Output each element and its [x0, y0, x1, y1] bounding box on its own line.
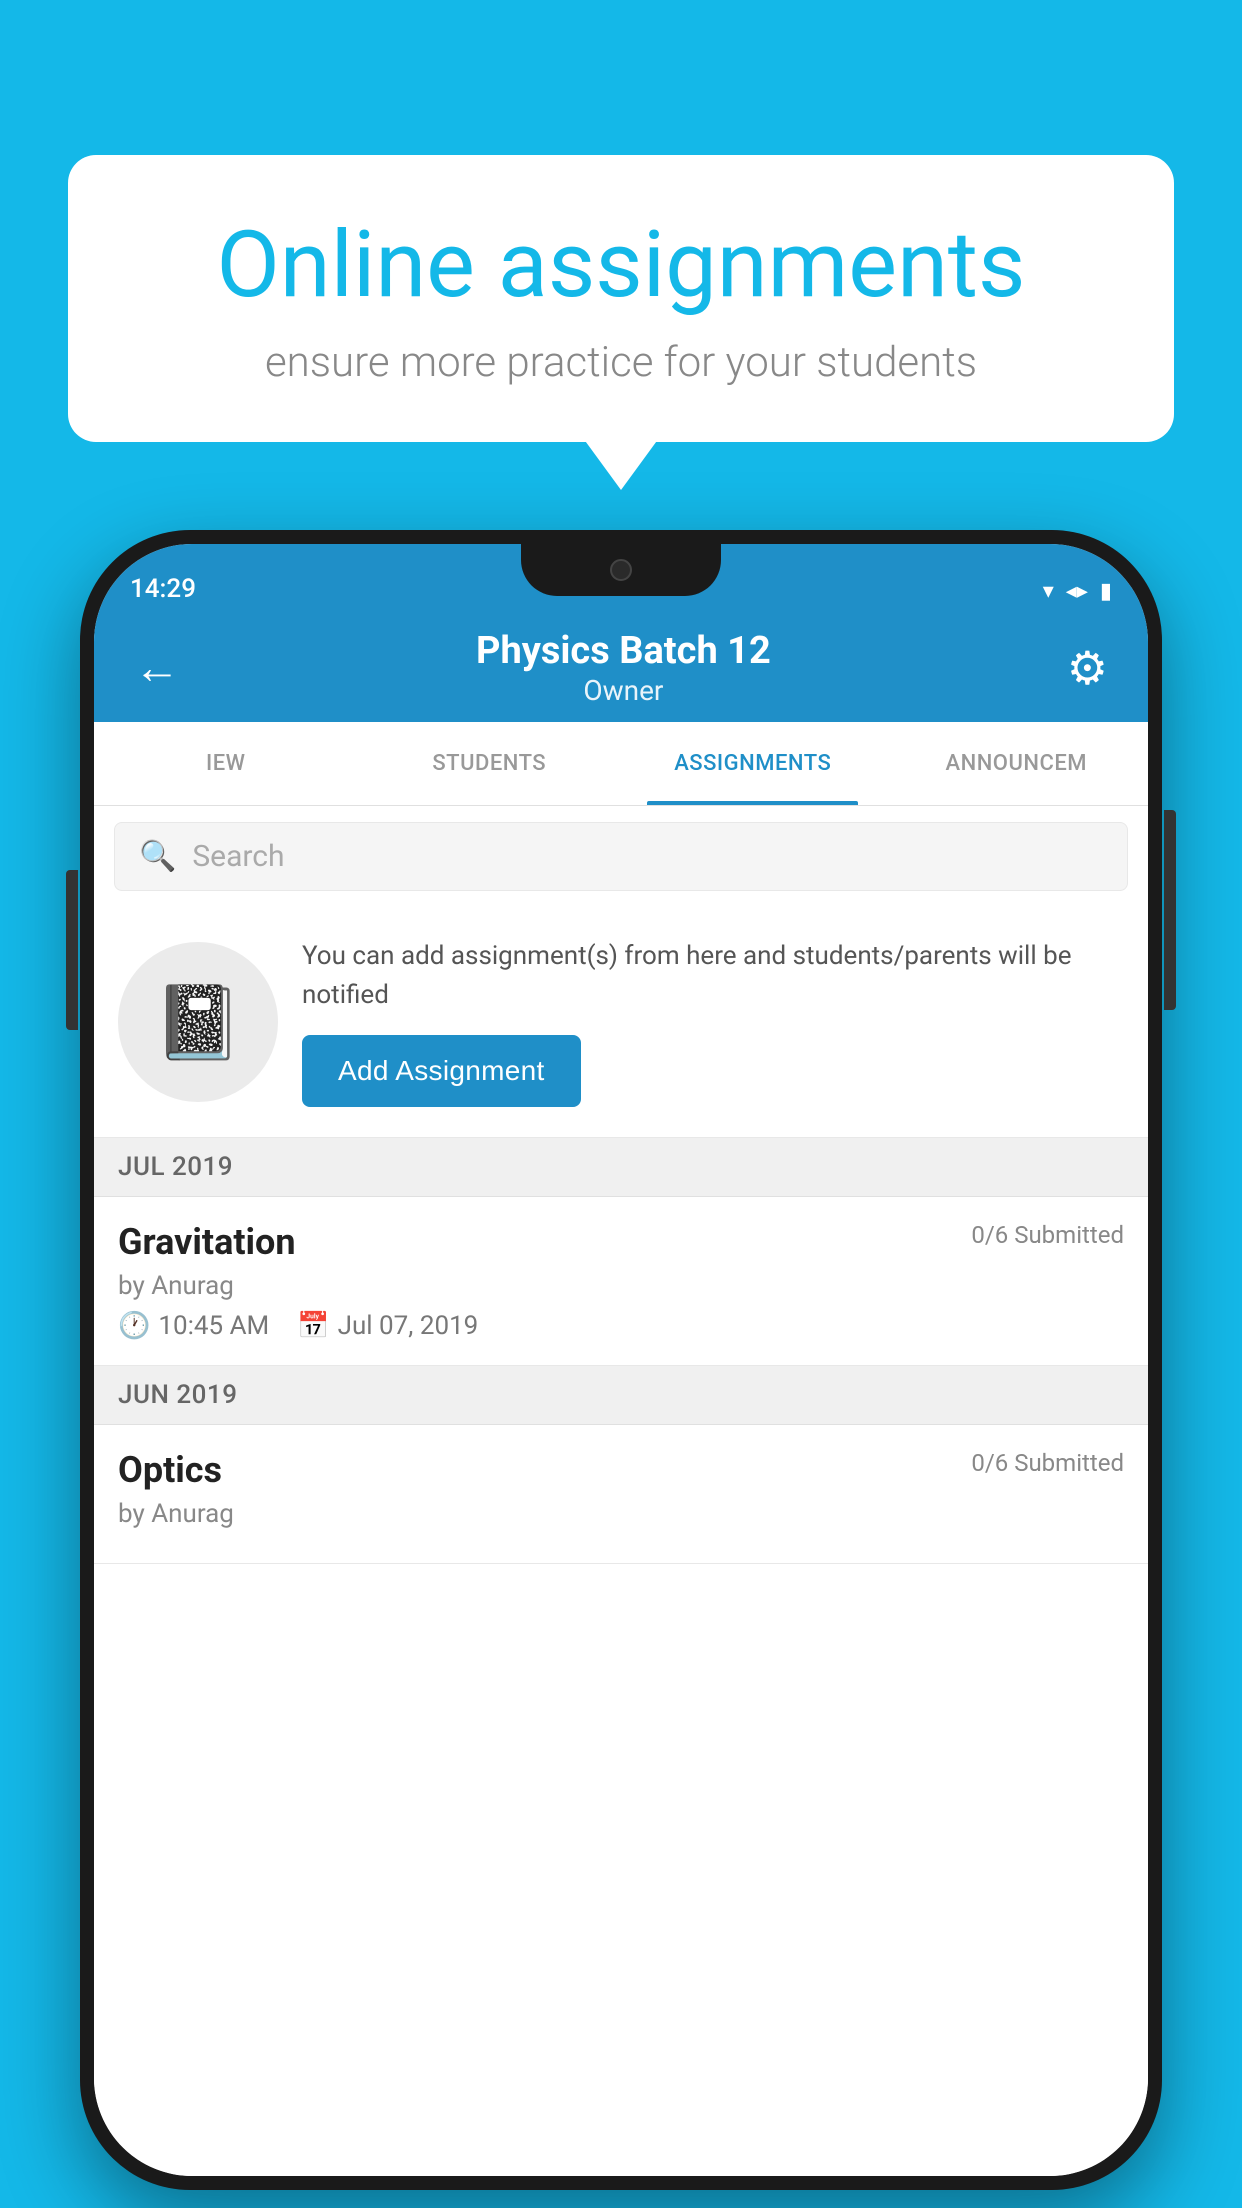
phone-content: 🔍 Search 📓 You can add assignment(s) fro… [94, 806, 1148, 2176]
phone-notch [521, 544, 721, 596]
calendar-icon: 📅 [297, 1311, 329, 1341]
clock-icon: 🕐 [118, 1311, 150, 1341]
back-button[interactable]: ← [124, 635, 190, 701]
bubble-subtitle: ensure more practice for your students [138, 338, 1104, 387]
assignment-time: 🕐 10:45 AM [118, 1311, 269, 1341]
search-placeholder: Search [192, 839, 284, 874]
phone-screen: 14:29 ▾ ◂▸ ▮ ← Physics Batch 12 Owner ⚙ … [94, 544, 1148, 2176]
search-wrapper: 🔍 Search [94, 806, 1148, 907]
assignment-title: Gravitation [118, 1221, 296, 1263]
battery-icon: ▮ [1100, 579, 1112, 604]
search-icon: 🔍 [139, 839, 176, 874]
app-bar-subtitle: Owner [190, 674, 1057, 707]
app-bar: ← Physics Batch 12 Owner ⚙ [94, 614, 1148, 722]
assignment-submitted: 0/6 Submitted [971, 1221, 1124, 1249]
status-icons: ▾ ◂▸ ▮ [1043, 579, 1112, 604]
promo-text: You can add assignment(s) from here and … [302, 937, 1124, 1015]
settings-button[interactable]: ⚙ [1057, 631, 1118, 706]
phone-device: 14:29 ▾ ◂▸ ▮ ← Physics Batch 12 Owner ⚙ … [80, 530, 1162, 2190]
speech-bubble: Online assignments ensure more practice … [68, 155, 1174, 442]
add-assignment-button[interactable]: Add Assignment [302, 1035, 581, 1107]
tabs-bar: IEW STUDENTS ASSIGNMENTS ANNOUNCEM [94, 722, 1148, 806]
section-header-jun: JUN 2019 [94, 1366, 1148, 1425]
tab-students[interactable]: STUDENTS [358, 722, 622, 805]
phone-outer-shell: 14:29 ▾ ◂▸ ▮ ← Physics Batch 12 Owner ⚙ … [80, 530, 1162, 2190]
notebook-icon: 📓 [153, 980, 243, 1065]
tab-iew[interactable]: IEW [94, 722, 358, 805]
assignment-item-gravitation[interactable]: Gravitation 0/6 Submitted by Anurag 🕐 10… [94, 1197, 1148, 1366]
assignment-item-optics[interactable]: Optics 0/6 Submitted by Anurag [94, 1425, 1148, 1564]
tab-assignments[interactable]: ASSIGNMENTS [621, 722, 885, 805]
assignment-top-row-optics: Optics 0/6 Submitted [118, 1449, 1124, 1491]
assignment-title-optics: Optics [118, 1449, 222, 1491]
app-bar-title-group: Physics Batch 12 Owner [190, 629, 1057, 708]
front-camera [610, 559, 632, 581]
promo-icon-circle: 📓 [118, 942, 278, 1102]
speech-bubble-container: Online assignments ensure more practice … [68, 155, 1174, 442]
promo-section: 📓 You can add assignment(s) from here an… [94, 907, 1148, 1138]
promo-right: You can add assignment(s) from here and … [302, 937, 1124, 1107]
section-header-jul: JUL 2019 [94, 1138, 1148, 1197]
assignment-top-row: Gravitation 0/6 Submitted [118, 1221, 1124, 1263]
app-bar-title: Physics Batch 12 [190, 629, 1057, 675]
bubble-title: Online assignments [138, 215, 1104, 316]
tab-announcements[interactable]: ANNOUNCEM [885, 722, 1149, 805]
search-bar[interactable]: 🔍 Search [114, 822, 1128, 891]
assignment-date: 📅 Jul 07, 2019 [297, 1311, 478, 1341]
assignment-submitted-optics: 0/6 Submitted [971, 1449, 1124, 1477]
assignment-details: 🕐 10:45 AM 📅 Jul 07, 2019 [118, 1311, 1124, 1341]
assignment-by: by Anurag [118, 1271, 1124, 1301]
signal-icon: ◂▸ [1066, 579, 1088, 604]
assignment-by-optics: by Anurag [118, 1499, 1124, 1529]
wifi-icon: ▾ [1043, 579, 1054, 604]
